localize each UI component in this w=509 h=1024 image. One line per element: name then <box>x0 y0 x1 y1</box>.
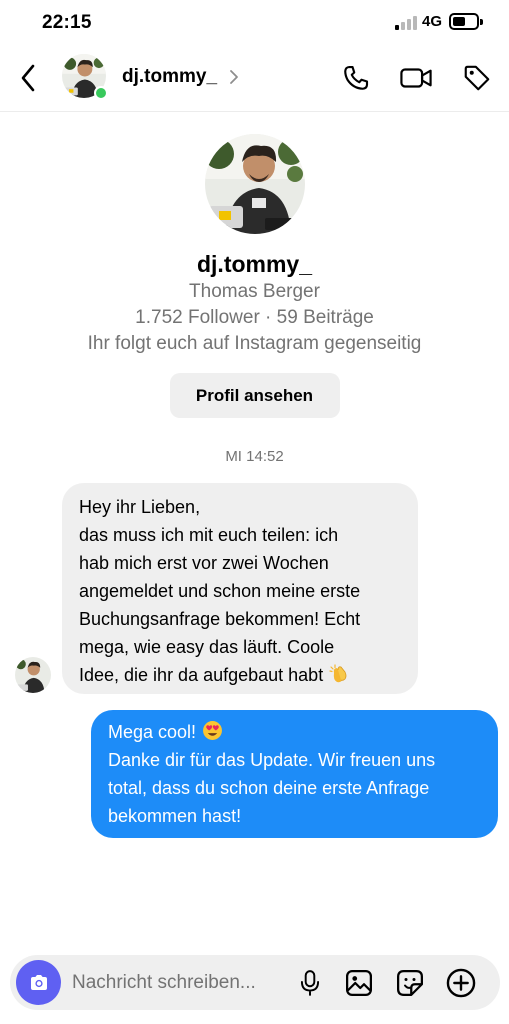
image-icon <box>346 970 372 996</box>
battery-icon <box>449 13 483 30</box>
gallery-button[interactable] <box>342 966 376 1000</box>
phone-icon <box>344 65 369 90</box>
message-line: angemeldet und schon meine erste <box>79 581 361 601</box>
clapping-hands-emoji-icon <box>329 664 347 683</box>
video-call-button[interactable] <box>398 60 434 96</box>
outgoing-message[interactable]: Mega cool! Danke dir für das Update. Wir… <box>91 710 498 838</box>
message-line: Hey ihr Lieben, <box>79 497 201 517</box>
header-avatar[interactable] <box>62 54 108 100</box>
network-label: 4G <box>422 13 443 30</box>
more-options-button[interactable] <box>444 966 478 1000</box>
status-time: 22:15 <box>42 12 92 33</box>
message-line: das muss ich mit euch teilen: ich <box>79 525 339 545</box>
message-input[interactable] <box>72 969 290 997</box>
camera-button[interactable] <box>16 960 61 1005</box>
profile-card: dj.tommy_ Thomas Berger 1.752 Follower ·… <box>0 128 509 418</box>
message-line: Buchungsanfrage bekommen! Echt <box>79 609 361 629</box>
profile-full-name: Thomas Berger <box>189 281 320 302</box>
sticker-icon <box>397 970 423 996</box>
message-line: total, dass du schon deine erste Anfrage <box>108 778 430 798</box>
chevron-left-icon <box>21 64 35 92</box>
tag-button[interactable] <box>459 60 495 96</box>
message-composer <box>10 955 500 1010</box>
plus-circle-icon <box>446 968 476 998</box>
mutual-follow-note: Ihr folgt euch auf Instagram gegenseitig <box>87 333 422 354</box>
message-line: Mega cool! <box>108 722 197 742</box>
message-line: Idee, die ihr da aufgebaut habt <box>79 665 324 685</box>
microphone-icon <box>300 970 320 996</box>
avatar-photo <box>204 134 305 234</box>
sender-avatar[interactable] <box>15 657 51 693</box>
online-indicator <box>94 86 108 100</box>
sticker-button[interactable] <box>393 966 427 1000</box>
message-line: mega, wie easy das läuft. Coole <box>79 637 335 657</box>
message-timestamp: MI 14:52 <box>225 448 284 465</box>
profile-avatar[interactable] <box>204 134 305 234</box>
message-line: hab mich erst vor zwei Wochen <box>79 553 329 573</box>
profile-username: dj.tommy_ <box>196 251 313 277</box>
profile-stats: 1.752 Follower · 59 Beiträge <box>135 307 374 328</box>
audio-call-button[interactable] <box>338 60 374 96</box>
chat-header: dj.tommy_ <box>0 44 509 112</box>
message-line: Danke dir für das Update. Wir freuen uns <box>108 750 436 770</box>
incoming-message[interactable]: Hey ihr Lieben, das muss ich mit euch te… <box>62 483 418 694</box>
camera-icon <box>30 974 47 990</box>
signal-icon <box>395 14 417 30</box>
message-line: bekommen hast! <box>108 806 242 826</box>
back-button[interactable] <box>14 62 42 94</box>
status-bar: 22:15 4G <box>0 0 509 44</box>
avatar-photo <box>15 657 51 693</box>
video-camera-icon <box>400 68 432 88</box>
tag-icon <box>464 65 490 91</box>
view-profile-button[interactable]: Profil ansehen <box>169 373 340 418</box>
heart-eyes-emoji-icon <box>203 721 223 740</box>
header-username[interactable]: dj.tommy_ <box>122 66 217 88</box>
voice-message-button[interactable] <box>293 966 327 1000</box>
chevron-right-icon[interactable] <box>227 68 241 86</box>
